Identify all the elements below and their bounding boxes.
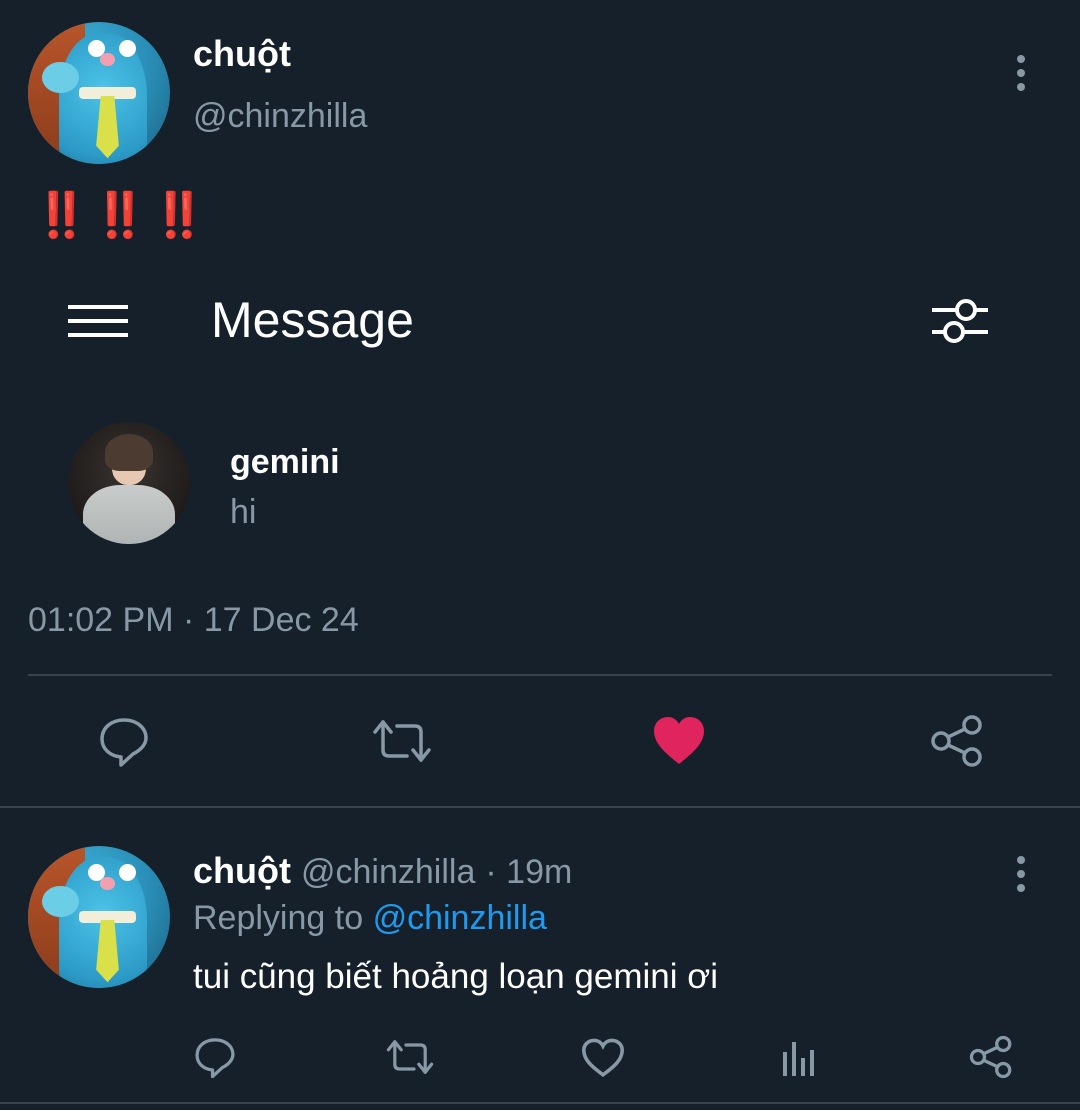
tweet-text: ‼️‼️‼️ [34,191,211,240]
reply-icon [195,1038,235,1079]
author-display-name[interactable]: chuột [193,34,291,74]
share-button[interactable] [928,712,986,770]
message-header-title: Message [211,292,414,348]
timestamp-divider [28,674,1052,676]
reply-reply-button[interactable] [192,1034,238,1080]
reply-more-options-icon[interactable] [1015,856,1027,892]
replying-to-handle-link[interactable]: @chinzhilla [373,899,547,937]
reply-share-button[interactable] [968,1034,1014,1080]
tweet-timestamp[interactable]: 01:02 PM · 17 Dec 24 [28,600,359,640]
reply-author-handle[interactable]: @chinzhilla [301,853,475,891]
like-button[interactable] [650,714,708,768]
more-options-icon[interactable] [1015,55,1027,91]
replying-to-line: Replying to @chinzhilla [193,898,547,938]
reply-analytics-button[interactable] [776,1036,820,1080]
share-icon [969,1035,1012,1079]
retweet-icon [373,720,431,762]
bottom-divider [0,1102,1080,1104]
reply-header: chuột @chinzhilla · 19m [193,850,572,893]
analytics-icon [783,1042,814,1076]
retweet-button[interactable] [371,712,433,770]
chat-contact-name: gemini [230,443,340,481]
reply-text: tui cũng biết hoảng loạn gemini ơi [193,957,718,996]
retweet-icon [386,1040,434,1074]
reply-button[interactable] [95,712,153,770]
reply-author-display-name[interactable]: chuột [193,850,291,891]
reply-icon [100,718,148,767]
author-handle[interactable]: @chinzhilla [193,96,367,136]
reply-like-button[interactable] [580,1036,626,1080]
reply-retweet-button[interactable] [384,1034,436,1080]
reply-author-avatar[interactable] [28,846,170,988]
reply-age: · 19m [485,853,573,891]
sliders-icon [930,296,990,344]
author-avatar[interactable] [28,22,170,164]
chat-preview-text: hi [230,493,257,531]
chat-contact-avatar [68,422,190,544]
heart-filled-icon [654,717,704,764]
hamburger-menu-icon [68,303,128,339]
tweet-divider [0,806,1080,808]
share-icon [931,715,982,767]
replying-to-prefix: Replying to [193,899,364,937]
heart-outline-icon [581,1038,625,1078]
